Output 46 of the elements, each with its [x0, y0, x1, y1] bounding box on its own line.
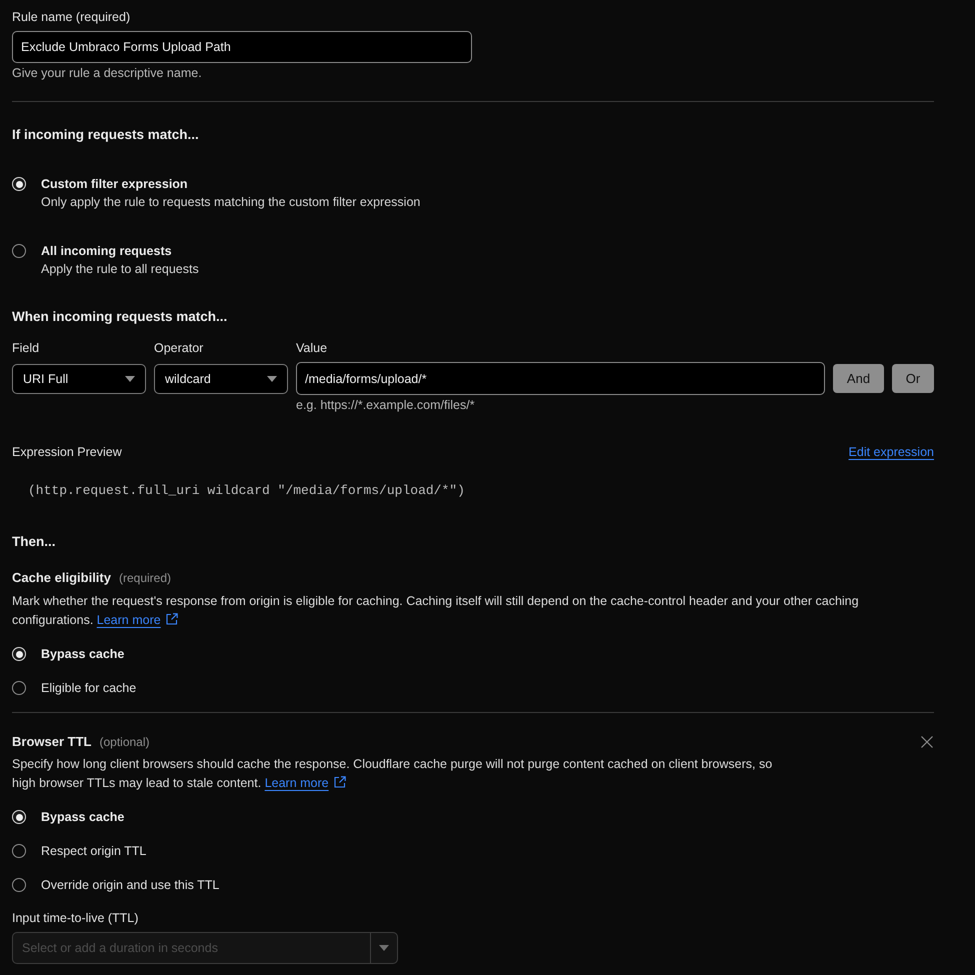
field-label: Field: [12, 340, 40, 357]
field-select[interactable]: URI Full: [12, 364, 146, 394]
radio-label[interactable]: Respect origin TTL: [41, 842, 146, 860]
section-heading: If incoming requests match...: [12, 126, 200, 144]
option-description: Only apply the rule to requests matching the custom filter expression: [41, 194, 420, 211]
radio-button[interactable]: [12, 844, 26, 858]
field-label: Rule name (required): [12, 9, 132, 26]
radio-button[interactable]: [12, 244, 26, 258]
section-heading: When incoming requests match...: [12, 308, 228, 326]
setting-title: Browser TTL: [12, 733, 92, 751]
external-link-icon: [334, 776, 346, 788]
radio-label[interactable]: Override origin and use this TTL: [41, 876, 220, 894]
setting-note: (optional): [99, 734, 150, 751]
hint-text: Give your rule a descriptive name.: [12, 65, 203, 82]
caret-icon: [267, 376, 277, 382]
radio-label[interactable]: Custom filter expression: [41, 175, 420, 193]
field-label: Input time-to-live (TTL): [12, 910, 140, 927]
and-button[interactable]: And: [833, 364, 884, 393]
learn-more-link[interactable]: Learn more: [264, 776, 329, 790]
radio-label[interactable]: Eligible for cache: [41, 679, 136, 697]
value-label: Value: [296, 340, 328, 357]
radio-label[interactable]: All incoming requests: [41, 242, 199, 260]
radio-label[interactable]: Bypass cache: [41, 808, 124, 826]
setting-title: Cache eligibility: [12, 569, 111, 587]
close-icon[interactable]: [921, 736, 933, 748]
caret-icon: [379, 945, 389, 951]
expression-code: (http.request.full_uri wildcard "/media/forms/upload/*"): [27, 482, 466, 500]
radio-button[interactable]: [12, 878, 26, 892]
section-heading: Then...: [12, 533, 56, 551]
hint-text: e.g. https://*.example.com/files/*: [296, 397, 476, 414]
radio-label[interactable]: Bypass cache: [41, 645, 124, 663]
preview-label: Expression Preview: [12, 444, 122, 461]
or-button[interactable]: Or: [892, 364, 934, 393]
setting-description: Mark whether the request's response from origin is eligible for caching. Caching itself will still depend on the cache-control header and your other caching configurations. Learn more: [12, 593, 860, 629]
operator-select[interactable]: wildcard: [154, 364, 288, 394]
external-link-icon: [166, 613, 178, 625]
learn-more-link[interactable]: Learn more: [96, 613, 161, 627]
option-description: Apply the rule to all requests: [41, 261, 199, 278]
value-input[interactable]: /media/forms/upload/*: [296, 362, 825, 395]
setting-note: (required): [118, 570, 172, 587]
rule-name-input[interactable]: Exclude Umbraco Forms Upload Path: [12, 31, 472, 63]
operator-label: Operator: [154, 340, 204, 357]
edit-expression-link[interactable]: Edit expression: [848, 443, 934, 461]
setting-description: Specify how long client browsers should cache the response. Cloudflare cache purge will not purge content cached on client browsers, so high browser TTLs may lead to stale content. Learn more: [12, 756, 774, 792]
caret-icon: [125, 376, 135, 382]
radio-button[interactable]: [12, 681, 26, 695]
